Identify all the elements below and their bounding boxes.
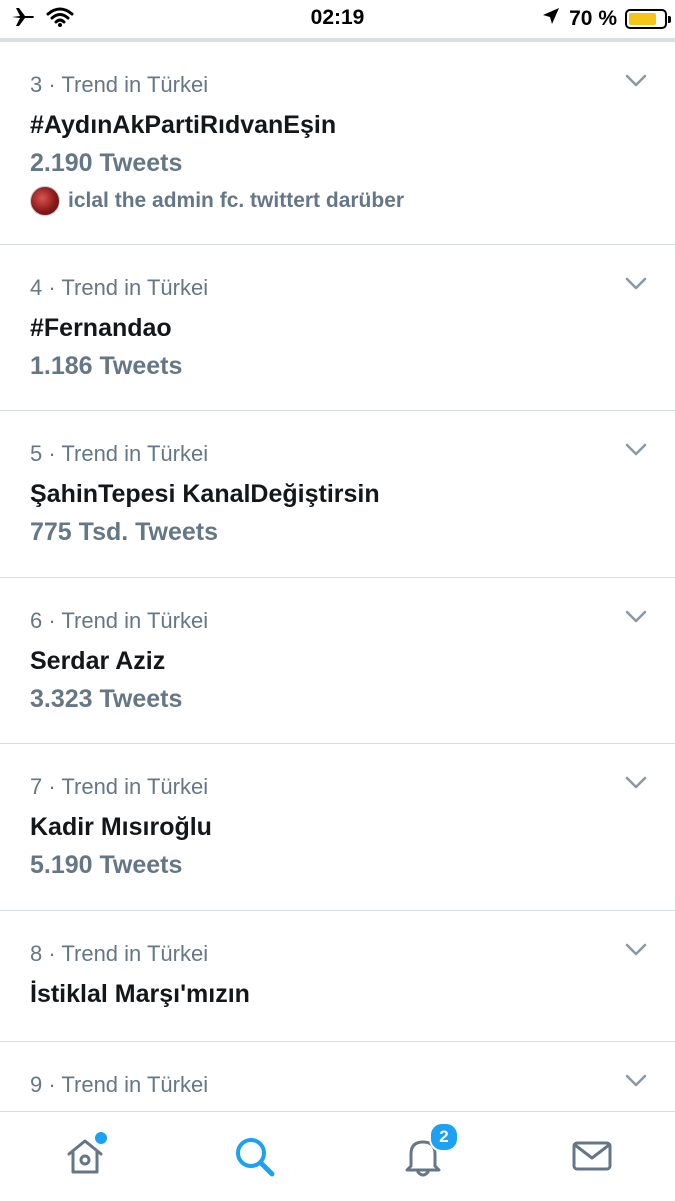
trend-name[interactable]: #Fernandao <box>30 314 172 343</box>
chevron-down-icon[interactable] <box>625 610 647 624</box>
trend-name[interactable]: Kadir Mısıroğlu <box>30 813 212 842</box>
chevron-down-icon[interactable] <box>625 943 647 957</box>
notifications-badge: 2 <box>429 1122 459 1152</box>
trend-rank-location: 6 · Trend in Türkei <box>30 608 209 633</box>
tab-notifications[interactable]: 2 <box>401 1122 459 1178</box>
trend-tweet-count: 1.186 Tweets <box>30 352 183 380</box>
trend-item[interactable]: 3 · Trend in Türkei #AydınAkPartiRıdvanE… <box>0 42 675 245</box>
trends-list[interactable]: 3 · Trend in Türkei #AydınAkPartiRıdvanE… <box>0 42 675 1112</box>
trend-name[interactable]: ŞahinTepesi KanalDeğiştirsin <box>30 480 380 509</box>
tab-home[interactable] <box>63 1130 109 1178</box>
location-arrow-icon <box>541 6 561 31</box>
trend-item[interactable]: 9 · Trend in Türkei <box>0 1042 675 1112</box>
trend-item[interactable]: 8 · Trend in Türkei İstiklal Marşı'mızın <box>0 911 675 1042</box>
trend-tweet-count: 775 Tsd. Tweets <box>30 518 219 546</box>
trend-tweet-count: 3.323 Tweets <box>30 685 183 713</box>
trend-rank-location: 3 · Trend in Türkei <box>30 72 209 97</box>
tab-bar: 2 <box>0 1111 675 1201</box>
trend-tweet-count: 2.190 Tweets <box>30 149 183 177</box>
avatar <box>30 186 60 216</box>
trend-rank-location: 9 · Trend in Türkei <box>30 1072 209 1097</box>
trend-name[interactable]: Serdar Aziz <box>30 647 165 676</box>
trend-rank-location: 7 · Trend in Türkei <box>30 774 209 799</box>
status-bar: 02:19 70 % <box>0 0 675 38</box>
trend-rank-location: 4 · Trend in Türkei <box>30 275 209 300</box>
chevron-down-icon[interactable] <box>625 277 647 291</box>
trend-rank-location: 8 · Trend in Türkei <box>30 941 209 966</box>
trend-item[interactable]: 7 · Trend in Türkei Kadir Mısıroğlu 5.19… <box>0 744 675 911</box>
battery-icon <box>625 8 671 29</box>
trend-item[interactable]: 6 · Trend in Türkei Serdar Aziz 3.323 Tw… <box>0 578 675 744</box>
trend-context-text: iclal the admin fc. twittert darüber <box>68 189 405 212</box>
trend-name[interactable]: İstiklal Marşı'mızın <box>30 980 250 1009</box>
tab-search[interactable] <box>232 1134 276 1178</box>
tab-messages[interactable] <box>570 1134 614 1178</box>
battery-percent: 70 % <box>569 6 617 30</box>
messages-icon <box>572 1141 612 1171</box>
trend-item[interactable]: 5 · Trend in Türkei ŞahinTepesi KanalDeğ… <box>0 411 675 578</box>
trend-context: iclal the admin fc. twittert darüber <box>30 186 404 216</box>
chevron-down-icon[interactable] <box>625 74 647 88</box>
chevron-down-icon[interactable] <box>625 1074 647 1088</box>
chevron-down-icon[interactable] <box>625 776 647 790</box>
chevron-down-icon[interactable] <box>625 443 647 457</box>
trend-name[interactable]: #AydınAkPartiRıdvanEşin <box>30 111 336 140</box>
trend-tweet-count: 5.190 Tweets <box>30 851 183 879</box>
trend-item[interactable]: 4 · Trend in Türkei #Fernandao 1.186 Twe… <box>0 245 675 411</box>
search-icon <box>236 1138 275 1177</box>
trend-rank-location: 5 · Trend in Türkei <box>30 441 209 466</box>
home-new-indicator <box>93 1130 109 1146</box>
